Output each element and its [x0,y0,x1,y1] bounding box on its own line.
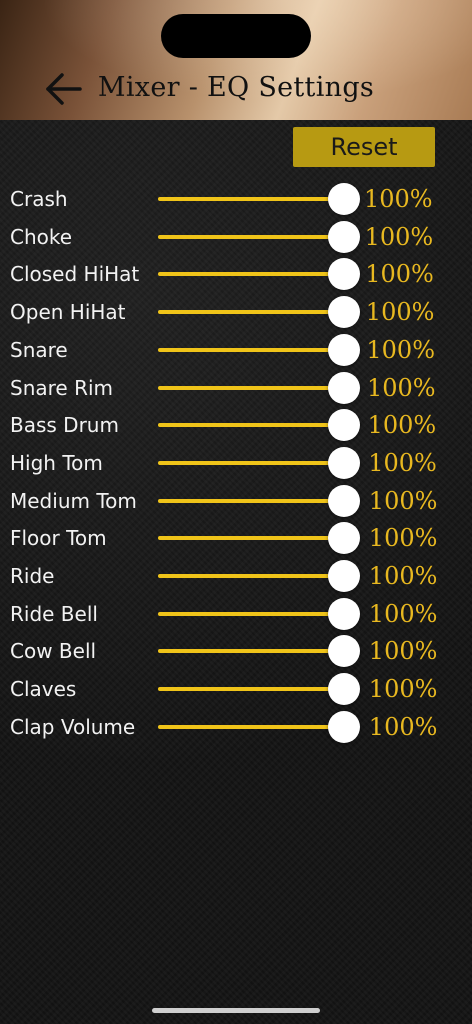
volume-value: 100% [368,562,438,590]
volume-slider-thumb[interactable] [328,710,360,743]
channel-row: Cow Bell 100% [0,632,472,670]
volume-value: 100% [367,411,437,440]
channel-label: Snare [10,337,68,362]
channel-row: Open HiHat 100% [0,293,472,331]
volume-slider-track[interactable] [158,197,344,201]
volume-value: 100% [364,222,434,251]
channel-row: Clap Volume 100% [0,708,472,746]
volume-slider-track[interactable] [158,498,344,503]
channel-label: Claves [10,677,77,702]
volume-value: 100% [366,335,436,364]
volume-slider-track[interactable] [158,687,344,692]
channel-row: Crash 100% [0,180,472,218]
volume-slider-thumb[interactable] [328,635,360,668]
volume-slider-track[interactable] [158,347,344,352]
channel-row: Bass Drum 100% [0,406,472,444]
volume-value: 100% [368,675,438,704]
volume-value: 100% [368,524,438,553]
volume-slider-track[interactable] [158,574,344,578]
channel-label: Cow Bell [10,639,97,664]
reset-button[interactable]: Reset [293,127,435,167]
home-indicator[interactable] [152,1008,320,1013]
channel-label: Clap Volume [10,714,136,739]
volume-value: 100% [368,712,438,741]
channel-row: Closed HiHat 100% [0,255,472,293]
volume-slider-thumb[interactable] [328,522,360,555]
volume-slider-track[interactable] [158,385,344,390]
channel-label: Choke [10,224,73,249]
volume-value: 100% [365,298,435,327]
volume-value: 100% [368,448,437,477]
channel-label: Closed HiHat [10,262,140,287]
channel-row: Ride Bell 100% [0,595,472,633]
channel-row: Snare 100% [0,331,472,369]
channel-label: Open HiHat [10,300,126,325]
channel-row: Choke 100% [0,218,472,256]
channel-row: High Tom 100% [0,444,472,482]
volume-slider-thumb[interactable] [328,371,360,404]
volume-value: 100% [368,637,438,666]
volume-slider-thumb[interactable] [328,183,360,215]
channel-row: Floor Tom 100% [0,519,472,557]
channel-label: High Tom [10,450,103,475]
volume-slider-thumb[interactable] [328,333,360,366]
volume-slider-thumb[interactable] [328,258,360,291]
volume-slider-thumb[interactable] [328,446,360,479]
volume-slider-thumb[interactable] [328,296,360,329]
volume-slider-track[interactable] [158,423,344,428]
volume-value: 100% [368,486,438,515]
volume-slider-thumb[interactable] [328,673,360,706]
volume-value: 100% [368,599,438,628]
volume-value: 100% [367,373,436,402]
volume-slider-thumb[interactable] [328,484,360,517]
volume-slider-track[interactable] [158,724,344,729]
volume-slider-track[interactable] [158,536,344,541]
channel-label: Crash [10,187,68,211]
volume-slider-thumb[interactable] [328,560,360,592]
channel-label: Ride [10,564,55,588]
channel-label: Bass Drum [10,413,119,438]
volume-value: 100% [365,260,434,289]
channel-row: Snare Rim 100% [0,369,472,407]
channel-label: Medium Tom [10,488,137,513]
channel-label: Floor Tom [10,526,107,551]
header-bar: Mixer - EQ Settings [0,0,472,120]
channel-label: Ride Bell [10,601,98,626]
volume-slider-thumb[interactable] [328,220,360,253]
channel-row: Medium Tom 100% [0,482,472,520]
volume-slider-track[interactable] [158,272,344,277]
page-title: Mixer - EQ Settings [97,72,375,103]
channel-label: Snare Rim [10,375,114,400]
volume-value: 100% [364,185,433,213]
channel-row: Claves 100% [0,670,472,708]
channel-row: Ride 100% [0,557,472,595]
volume-slider-thumb[interactable] [328,409,360,442]
volume-slider-track[interactable] [158,611,344,616]
volume-slider-track[interactable] [158,460,344,465]
volume-slider-thumb[interactable] [328,597,360,630]
volume-slider-track[interactable] [158,310,344,315]
dynamic-island [161,14,311,58]
volume-slider-track[interactable] [158,234,344,239]
volume-slider-track[interactable] [158,649,344,654]
